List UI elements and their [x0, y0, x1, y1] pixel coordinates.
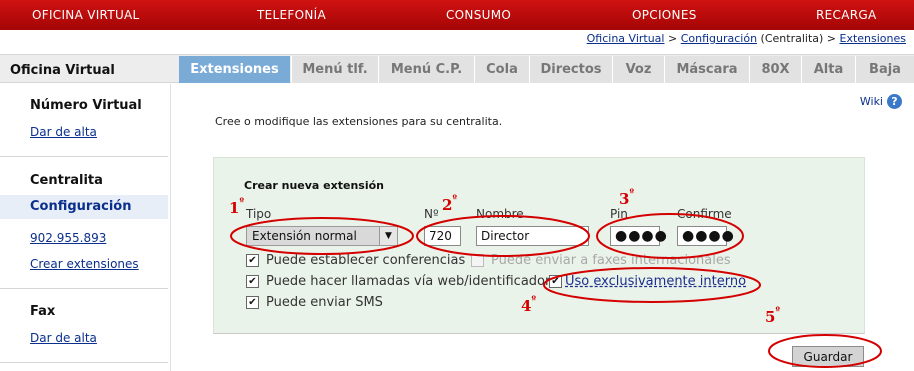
checkbox-uso-interno[interactable]: ✔ [549, 275, 562, 288]
tab-bar: Oficina Virtual Extensiones Menú tlf. Me… [0, 54, 914, 83]
chk-interno-row: ✔ Uso exclusivamente interno [549, 274, 746, 289]
breadcrumb-centralita: (Centralita) > [757, 32, 840, 45]
annotation-number-1: 1º [229, 197, 244, 217]
nav-recarga[interactable]: RECARGA [816, 8, 876, 22]
breadcrumb-separator: > [664, 32, 681, 45]
panel-title: Crear nueva extensión [244, 179, 384, 192]
pin-label: Pin [610, 207, 628, 221]
chk-sms-label: Puede enviar SMS [266, 295, 383, 310]
nombre-label: Nombre [476, 207, 524, 221]
tab-mascara[interactable]: Máscara [664, 56, 749, 83]
confirme-label: Confirme [677, 207, 732, 221]
annotation-number-3: 3º [619, 188, 634, 208]
tab-directos[interactable]: Directos [529, 56, 612, 83]
sidebar-divider [0, 362, 168, 363]
wiki-link[interactable]: Wiki ? [860, 94, 902, 109]
tab-extensiones[interactable]: Extensiones [179, 56, 290, 83]
checkbox-faxes-internacionales[interactable] [471, 254, 484, 267]
tab-voz[interactable]: Voz [612, 56, 664, 83]
nav-telefonia[interactable]: TELEFONÍA [257, 8, 326, 22]
sidebar-link-phone-number[interactable]: 902.955.893 [30, 231, 106, 245]
tab-80x[interactable]: 80X [749, 56, 801, 83]
chk-llamadas-label: Puede hacer llamadas vía web/identificad… [266, 274, 551, 289]
tab-alta[interactable]: Alta [801, 56, 855, 83]
pin-confirm-input[interactable]: ●●●● [677, 226, 734, 246]
wiki-label: Wiki [859, 95, 883, 108]
checkbox-llamadas-web[interactable]: ✔ [246, 275, 259, 288]
sidebar: Número Virtual Dar de alta Centralita Co… [0, 84, 168, 371]
sidebar-link-configuracion[interactable]: Configuración [0, 195, 168, 219]
top-nav: OFICINA VIRTUAL TELEFONÍA CONSUMO OPCION… [0, 0, 914, 30]
tab-menu-cp[interactable]: Menú C.P. [378, 56, 474, 83]
chk-conferencias-label: Puede establecer conferencias [266, 253, 466, 268]
tab-menu-tlf[interactable]: Menú tlf. [291, 56, 378, 83]
annotation-number-5: 5º [765, 306, 780, 326]
sidebar-link-dar-de-alta[interactable]: Dar de alta [30, 125, 97, 139]
tipo-select-value: Extensión normal [252, 229, 357, 243]
checkbox-sms[interactable]: ✔ [246, 296, 259, 309]
nav-oficina-virtual[interactable]: OFICINA VIRTUAL [32, 8, 140, 22]
annotation-number-4: 4º [521, 295, 536, 315]
tipo-label: Tipo [246, 207, 272, 221]
sidebar-heading-fax: Fax [30, 304, 56, 319]
breadcrumb: Oficina Virtual > Configuración (Central… [587, 32, 906, 45]
breadcrumb-oficina-virtual[interactable]: Oficina Virtual [587, 32, 665, 45]
nombre-input[interactable]: Director [476, 226, 589, 246]
sidebar-link-crear-extensiones[interactable]: Crear extensiones [30, 257, 139, 271]
content-divider [170, 84, 171, 371]
breadcrumb-extensiones[interactable]: Extensiones [840, 32, 907, 45]
help-icon[interactable]: ? [887, 94, 902, 109]
sidebar-divider [0, 156, 168, 157]
sidebar-divider [0, 288, 168, 289]
sidebar-heading-centralita: Centralita [30, 173, 103, 188]
chk-faxes-row: Puede enviar a faxes internacionales [471, 253, 731, 268]
sidebar-title: Oficina Virtual [10, 63, 115, 78]
nav-consumo[interactable]: CONSUMO [446, 8, 511, 22]
nav-opciones[interactable]: OPCIONES [632, 8, 697, 22]
chevron-down-icon: ▼ [379, 227, 397, 245]
tipo-select[interactable]: Extensión normal ▼ [246, 226, 398, 246]
sidebar-link-fax-dar-de-alta[interactable]: Dar de alta [30, 331, 97, 345]
annotation-number-2: 2º [442, 194, 457, 214]
save-button[interactable]: Guardar [792, 346, 864, 367]
num-label: Nº [424, 207, 439, 221]
pin-input[interactable]: ●●●● [610, 226, 667, 246]
extension-number-input[interactable]: 720 [424, 226, 461, 246]
tab-cola[interactable]: Cola [474, 56, 529, 83]
chk-sms-row: ✔ Puede enviar SMS [246, 295, 383, 310]
checkbox-conferencias[interactable]: ✔ [246, 254, 259, 267]
chk-interno-label[interactable]: Uso exclusivamente interno [565, 274, 746, 289]
intro-text: Cree o modifique las extensiones para su… [215, 115, 503, 128]
sidebar-heading-numero-virtual: Número Virtual [30, 98, 142, 113]
tab-baja[interactable]: Baja [855, 56, 914, 83]
chk-llamadas-row: ✔ Puede hacer llamadas vía web/identific… [246, 274, 550, 289]
chk-conferencias-row: ✔ Puede establecer conferencias [246, 253, 465, 268]
chk-faxes-label: Puede enviar a faxes internacionales [491, 253, 731, 268]
breadcrumb-configuracion[interactable]: Configuración [681, 32, 757, 45]
